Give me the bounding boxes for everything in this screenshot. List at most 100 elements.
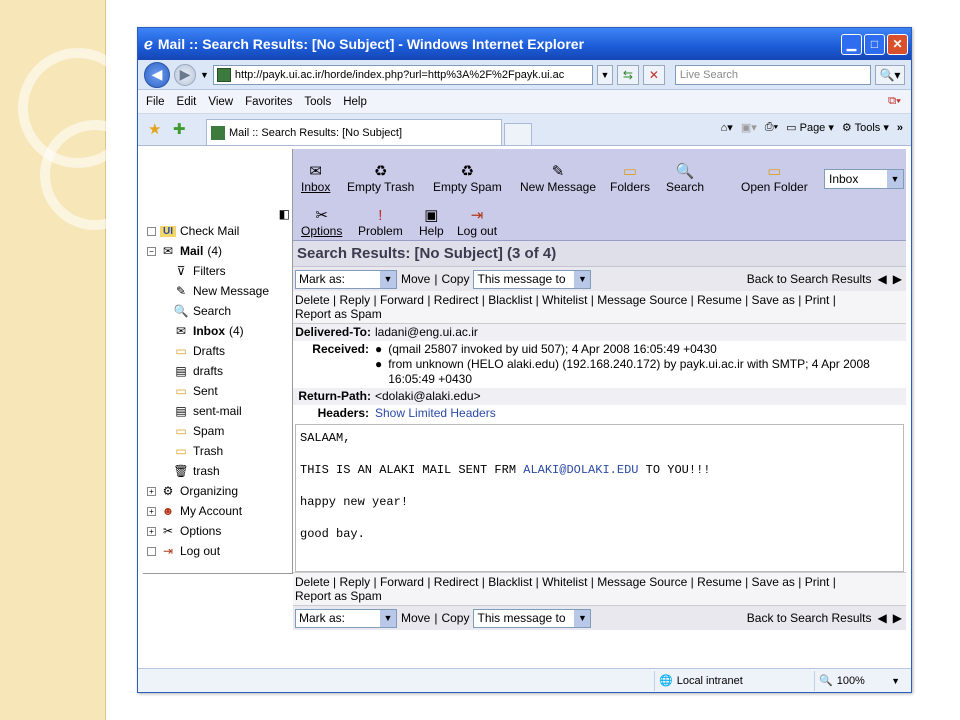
- mark-as-select[interactable]: Mark as: ▼: [295, 608, 397, 628]
- whitelist-link[interactable]: Whitelist: [542, 575, 587, 589]
- page-menu[interactable]: ▭ Page ▾: [786, 121, 834, 134]
- back-to-results-link[interactable]: Back to Search Results: [747, 272, 872, 286]
- save-as-link[interactable]: Save as: [752, 575, 795, 589]
- search-icon[interactable]: 🔍▾: [874, 64, 905, 85]
- mark-as-select[interactable]: Mark as: ▼: [295, 269, 397, 289]
- sidebar-item-check-mail[interactable]: UI Check Mail: [147, 221, 269, 241]
- sidebar-item-organizing[interactable]: + ⚙ Organizing: [147, 481, 269, 501]
- history-dropdown-icon[interactable]: ▼: [200, 70, 209, 80]
- sidebar-item-sent[interactable]: ▭ Sent: [147, 381, 269, 401]
- address-input[interactable]: http://payk.ui.ac.ir/horde/index.php?url…: [212, 64, 593, 85]
- nav-options[interactable]: ✂ Options: [301, 207, 342, 238]
- maximize-button[interactable]: □: [864, 33, 885, 55]
- menu-help[interactable]: Help: [343, 96, 367, 108]
- sidebar-item-spam[interactable]: ▭ Spam: [147, 421, 269, 441]
- move-link[interactable]: Move: [401, 611, 430, 625]
- sidebar-item-mail[interactable]: − ✉ Mail (4): [147, 241, 269, 261]
- message-source-link[interactable]: Message Source: [597, 293, 687, 307]
- menu-favorites[interactable]: Favorites: [245, 96, 292, 108]
- sidebar-item-new-message[interactable]: ✎ New Message: [147, 281, 269, 301]
- target-folder-select[interactable]: This message to ▼: [473, 608, 592, 628]
- address-dropdown-icon[interactable]: ▼: [596, 64, 613, 85]
- message-source-link[interactable]: Message Source: [597, 575, 687, 589]
- refresh-icon[interactable]: ⇆: [616, 64, 639, 85]
- home-icon[interactable]: ⌂▾: [721, 121, 733, 134]
- report-spam-link[interactable]: Report as Spam: [295, 589, 382, 603]
- nav-problem[interactable]: ! Problem: [358, 207, 403, 238]
- expand-node-icon[interactable]: +: [147, 526, 156, 536]
- live-search-input[interactable]: Live Search: [674, 64, 871, 85]
- nav-search[interactable]: 🔍 Search: [666, 163, 704, 194]
- feeds-icon[interactable]: ▣▾: [741, 121, 757, 134]
- sidebar-item-log-out[interactable]: ⇥ Log out: [147, 541, 269, 561]
- favorites-star-icon[interactable]: ★: [148, 120, 161, 138]
- new-tab-button[interactable]: [504, 123, 532, 145]
- menu-view[interactable]: View: [208, 96, 233, 108]
- sidebar-item-sent-mail[interactable]: ▤ sent-mail: [147, 401, 269, 421]
- menu-edit[interactable]: Edit: [177, 96, 197, 108]
- previous-message-icon[interactable]: ◀: [878, 611, 887, 625]
- copy-link[interactable]: Copy: [441, 611, 469, 625]
- menu-tools[interactable]: Tools: [304, 96, 331, 108]
- sidebar-item-inbox[interactable]: ✉ Inbox (4): [147, 321, 269, 341]
- nav-folders[interactable]: ▭ Folders: [610, 163, 650, 194]
- print-link[interactable]: Print: [805, 575, 830, 589]
- collapse-sidebar-icon[interactable]: ◧: [279, 207, 290, 221]
- toolbar-options-icon[interactable]: ⧉▾: [888, 95, 901, 108]
- save-as-link[interactable]: Save as: [752, 293, 795, 307]
- close-button[interactable]: ✕: [887, 33, 908, 55]
- sidebar-item-my-account[interactable]: + ☻ My Account: [147, 501, 269, 521]
- resume-link[interactable]: Resume: [697, 575, 742, 589]
- reply-link[interactable]: Reply: [339, 575, 370, 589]
- tab-mail[interactable]: Mail :: Search Results: [No Subject]: [206, 119, 502, 145]
- nav-help[interactable]: ▣ Help: [419, 207, 444, 238]
- nav-log-out[interactable]: ⇥ Log out: [457, 207, 497, 238]
- back-button[interactable]: ◀: [144, 61, 170, 88]
- stop-icon[interactable]: ✕: [642, 64, 665, 85]
- delete-link[interactable]: Delete: [295, 293, 330, 307]
- sidebar-item-filters[interactable]: ⊽ Filters: [147, 261, 269, 281]
- email-link[interactable]: ALAKI@DOLAKI.EDU: [523, 463, 638, 477]
- sidebar-item-search[interactable]: 🔍 Search: [147, 301, 269, 321]
- delete-link[interactable]: Delete: [295, 575, 330, 589]
- blacklist-link[interactable]: Blacklist: [488, 575, 532, 589]
- forward-link[interactable]: Forward: [380, 293, 424, 307]
- move-link[interactable]: Move: [401, 272, 430, 286]
- sidebar-item-options[interactable]: + ✂ Options: [147, 521, 269, 541]
- forward-link[interactable]: Forward: [380, 575, 424, 589]
- redirect-link[interactable]: Redirect: [434, 575, 479, 589]
- zoom-control[interactable]: 🔍 100% ▼: [814, 670, 904, 691]
- show-limited-headers-link[interactable]: Show Limited Headers: [369, 406, 496, 421]
- blacklist-link[interactable]: Blacklist: [488, 293, 532, 307]
- tools-menu[interactable]: ⚙ Tools ▾: [842, 121, 889, 134]
- expand-node-icon[interactable]: +: [147, 486, 156, 496]
- report-spam-link[interactable]: Report as Spam: [295, 307, 382, 321]
- back-to-results-link[interactable]: Back to Search Results: [747, 611, 872, 625]
- folder-select[interactable]: Inbox ▼: [824, 169, 904, 189]
- redirect-link[interactable]: Redirect: [434, 293, 479, 307]
- nav-empty-spam[interactable]: ♻ Empty Spam: [433, 163, 502, 194]
- print-icon[interactable]: ⎙▾: [765, 121, 778, 134]
- minimize-button[interactable]: ▁: [841, 33, 862, 55]
- sidebar-item-trash[interactable]: ▭ Trash: [147, 441, 269, 461]
- resume-link[interactable]: Resume: [697, 293, 742, 307]
- forward-button[interactable]: ▶: [174, 63, 196, 86]
- next-message-icon[interactable]: ▶: [893, 611, 902, 625]
- next-message-icon[interactable]: ▶: [893, 272, 902, 286]
- menu-file[interactable]: File: [146, 96, 165, 108]
- chevron-more-icon[interactable]: »: [897, 122, 903, 134]
- sidebar-item-drafts-lower[interactable]: ▤ drafts: [147, 361, 269, 381]
- print-link[interactable]: Print: [805, 293, 830, 307]
- add-favorite-icon[interactable]: ✚: [173, 120, 186, 138]
- sidebar-item-trash-lower[interactable]: 🗑 trash: [147, 461, 269, 481]
- nav-new-message[interactable]: ✎ New Message: [520, 163, 596, 194]
- whitelist-link[interactable]: Whitelist: [542, 293, 587, 307]
- expand-node-icon[interactable]: +: [147, 506, 156, 516]
- security-zone[interactable]: 🌐 Local intranet: [654, 670, 814, 691]
- collapse-node-icon[interactable]: −: [147, 246, 156, 256]
- nav-empty-trash[interactable]: ♻ Empty Trash: [347, 163, 414, 194]
- sidebar-item-drafts[interactable]: ▭ Drafts: [147, 341, 269, 361]
- reply-link[interactable]: Reply: [339, 293, 370, 307]
- nav-inbox[interactable]: ✉ Inbox: [301, 163, 330, 194]
- copy-link[interactable]: Copy: [441, 272, 469, 286]
